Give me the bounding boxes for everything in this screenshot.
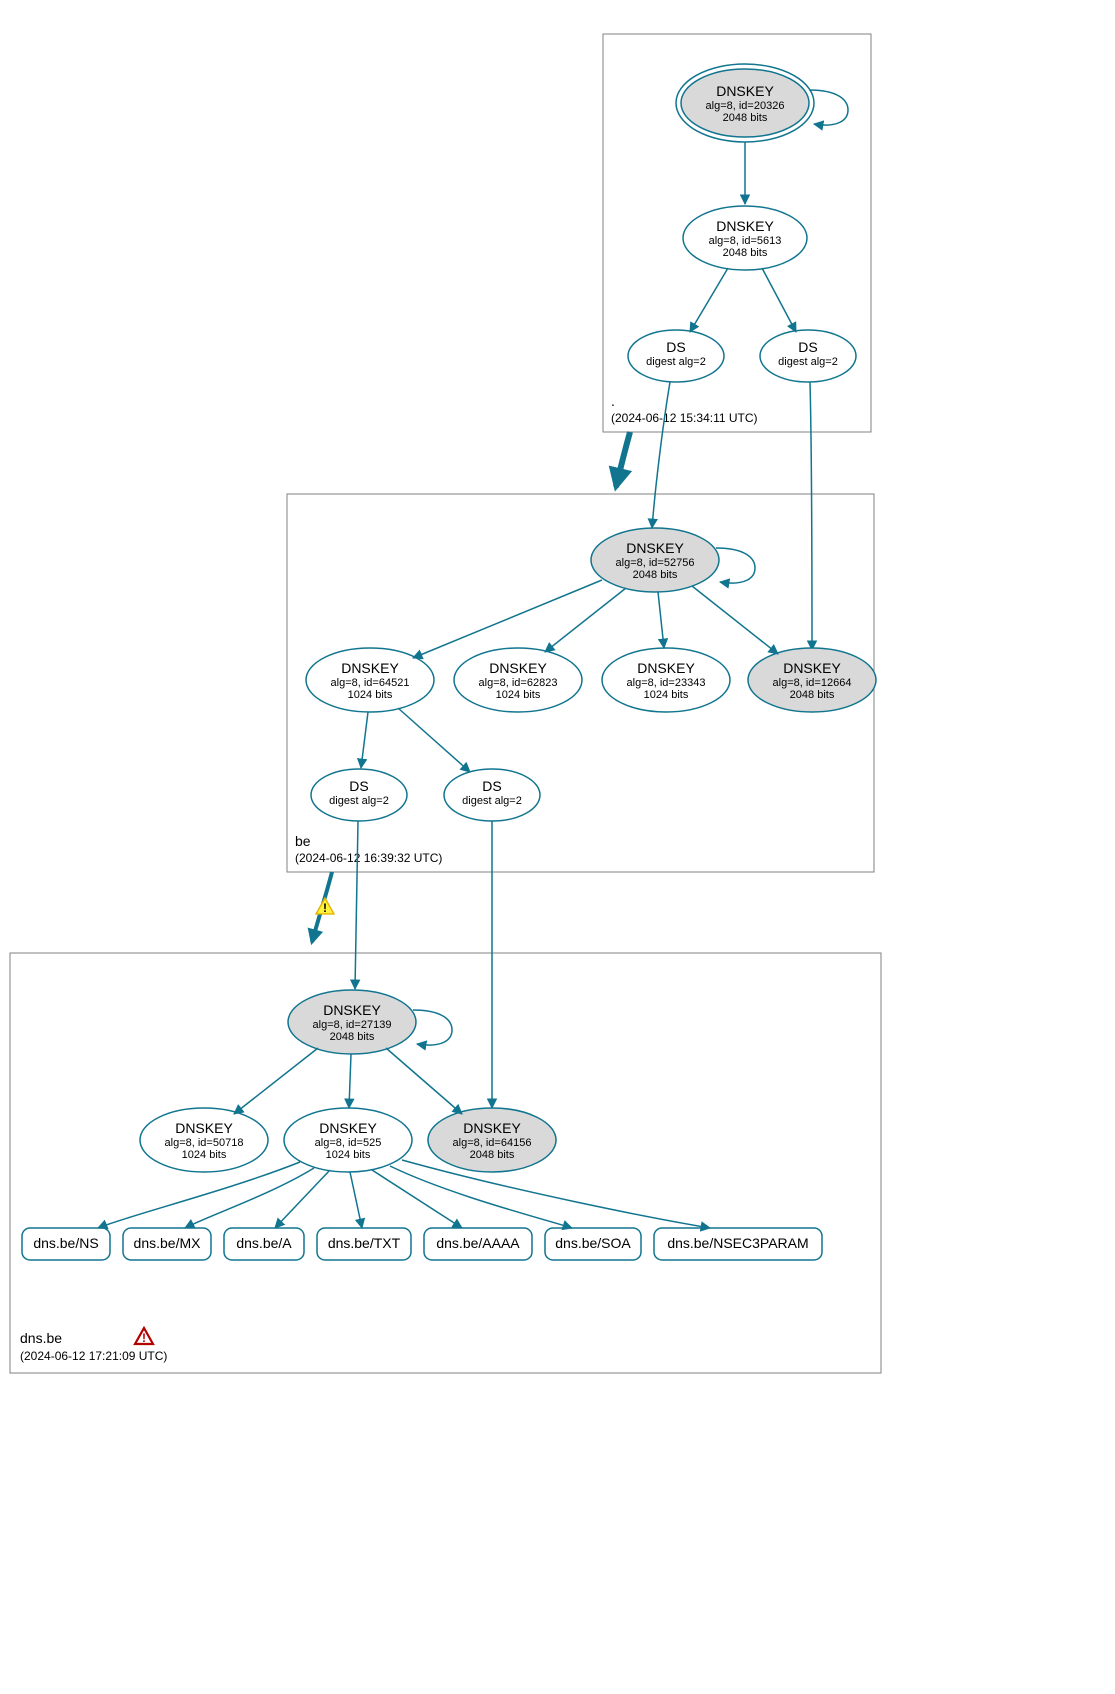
edge-delegation-root-be [616, 432, 630, 487]
svg-text:alg=8, id=62823: alg=8, id=62823 [479, 677, 558, 689]
svg-text:digest alg=2: digest alg=2 [646, 356, 706, 368]
svg-text:DS: DS [798, 339, 817, 355]
edge-rootzsk-ds2 [762, 268, 796, 332]
svg-text:alg=8, id=525: alg=8, id=525 [315, 1137, 382, 1149]
svg-text:dns.be/TXT: dns.be/TXT [328, 1235, 401, 1251]
edge-beksk-zsk1 [413, 580, 602, 658]
edge-dnsbeksk-key3 [386, 1048, 462, 1114]
edge-bezsk1-ds1 [361, 712, 368, 768]
edge-beds1-dnsbeksk [355, 821, 358, 989]
svg-text:digest alg=2: digest alg=2 [462, 795, 522, 807]
svg-text:DNSKEY: DNSKEY [626, 540, 684, 556]
edge-beksk-zsk2 [545, 588, 626, 652]
svg-text:alg=8, id=64156: alg=8, id=64156 [453, 1137, 532, 1149]
svg-text:dns.be/MX: dns.be/MX [134, 1235, 202, 1251]
node-dnsbe-ksk: DNSKEY alg=8, id=27139 2048 bits [288, 990, 416, 1054]
svg-text:!: ! [142, 1331, 146, 1345]
svg-text:dns.be/SOA: dns.be/SOA [555, 1235, 631, 1251]
svg-text:dns.be/A: dns.be/A [236, 1235, 292, 1251]
edge-dnsbeksk-selfloop [413, 1010, 452, 1045]
edge-rootds2-bekey4 [810, 382, 812, 650]
edge-zsk2-txt [350, 1172, 362, 1228]
svg-text:2048 bits: 2048 bits [723, 112, 768, 124]
node-be-ds2: DS digest alg=2 [444, 769, 540, 821]
node-be-zsk3: DNSKEY alg=8, id=23343 1024 bits [602, 648, 730, 712]
edge-dnsbeksk-zsk2 [349, 1054, 351, 1108]
svg-text:DNSKEY: DNSKEY [489, 660, 547, 676]
node-be-ksk: DNSKEY alg=8, id=52756 2048 bits [591, 528, 719, 592]
zone-be-label: be [295, 833, 311, 849]
edge-beksk-selfloop [716, 548, 755, 583]
node-be-ds1: DS digest alg=2 [311, 769, 407, 821]
edge-beksk-key4 [692, 586, 778, 654]
edge-rootds1-beksk [652, 382, 670, 528]
svg-text:1024 bits: 1024 bits [182, 1149, 227, 1161]
node-root-zsk: DNSKEY alg=8, id=5613 2048 bits [683, 206, 807, 270]
svg-text:DNSKEY: DNSKEY [341, 660, 399, 676]
svg-text:DNSKEY: DNSKEY [783, 660, 841, 676]
svg-text:2048 bits: 2048 bits [633, 569, 678, 581]
svg-text:alg=8, id=52756: alg=8, id=52756 [616, 557, 695, 569]
edge-bezsk1-ds2 [398, 708, 470, 772]
svg-text:alg=8, id=27139: alg=8, id=27139 [313, 1019, 392, 1031]
node-dnsbe-zsk1: DNSKEY alg=8, id=50718 1024 bits [140, 1108, 268, 1172]
node-root-ds2: DS digest alg=2 [760, 330, 856, 382]
svg-text:1024 bits: 1024 bits [348, 689, 393, 701]
svg-text:alg=8, id=12664: alg=8, id=12664 [773, 677, 852, 689]
zone-be-timestamp: (2024-06-12 16:39:32 UTC) [295, 851, 442, 865]
node-be-key4: DNSKEY alg=8, id=12664 2048 bits [748, 648, 876, 712]
svg-text:1024 bits: 1024 bits [496, 689, 541, 701]
svg-text:2048 bits: 2048 bits [723, 247, 768, 259]
svg-text:alg=8, id=50718: alg=8, id=50718 [165, 1137, 244, 1149]
svg-text:alg=8, id=5613: alg=8, id=5613 [709, 235, 782, 247]
svg-text:DS: DS [666, 339, 685, 355]
svg-text:1024 bits: 1024 bits [644, 689, 689, 701]
zone-dnsbe-timestamp: (2024-06-12 17:21:09 UTC) [20, 1349, 167, 1363]
edge-dnsbeksk-zsk1 [234, 1048, 318, 1114]
svg-text:dns.be/NS: dns.be/NS [33, 1235, 98, 1251]
svg-text:2048 bits: 2048 bits [470, 1149, 515, 1161]
svg-text:alg=8, id=20326: alg=8, id=20326 [706, 100, 785, 112]
svg-text:2048 bits: 2048 bits [330, 1031, 375, 1043]
svg-text:DNSKEY: DNSKEY [323, 1002, 381, 1018]
svg-text:DNSKEY: DNSKEY [463, 1120, 521, 1136]
dnssec-graph: . (2024-06-12 15:34:11 UTC) DNSKEY alg=8… [0, 0, 1115, 1694]
svg-text:DS: DS [482, 778, 501, 794]
edge-beksk-zsk3 [658, 592, 664, 648]
node-dnsbe-key3: DNSKEY alg=8, id=64156 2048 bits [428, 1108, 556, 1172]
edge-rootzsk-ds1 [690, 268, 728, 332]
rrset-row: dns.be/NS dns.be/MX dns.be/A dns.be/TXT … [22, 1228, 822, 1260]
zone-root-timestamp: (2024-06-12 15:34:11 UTC) [611, 411, 758, 425]
edge-zsk2-soa [390, 1166, 572, 1228]
node-root-ksk: DNSKEY alg=8, id=20326 2048 bits [676, 64, 814, 142]
svg-text:1024 bits: 1024 bits [326, 1149, 371, 1161]
svg-text:DS: DS [349, 778, 368, 794]
zone-dnsbe-box [10, 953, 881, 1373]
svg-text:alg=8, id=64521: alg=8, id=64521 [331, 677, 410, 689]
svg-text:DNSKEY: DNSKEY [637, 660, 695, 676]
svg-text:digest alg=2: digest alg=2 [329, 795, 389, 807]
error-icon: ! [135, 1328, 153, 1345]
svg-text:!: ! [323, 901, 327, 915]
zone-root-label: . [611, 393, 615, 409]
edge-zsk2-a [275, 1170, 330, 1228]
edge-zsk2-nsec3 [402, 1160, 710, 1228]
svg-text:DNSKEY: DNSKEY [319, 1120, 377, 1136]
svg-text:DNSKEY: DNSKEY [716, 83, 774, 99]
svg-text:dns.be/AAAA: dns.be/AAAA [436, 1235, 520, 1251]
edge-zsk2-mx [185, 1168, 314, 1228]
warning-icon: ! [316, 898, 334, 915]
zone-dnsbe-label: dns.be [20, 1330, 62, 1346]
svg-text:dns.be/NSEC3PARAM: dns.be/NSEC3PARAM [667, 1235, 808, 1251]
edge-root-ksk-selfloop [809, 90, 848, 125]
svg-text:DNSKEY: DNSKEY [716, 218, 774, 234]
node-dnsbe-zsk2: DNSKEY alg=8, id=525 1024 bits [284, 1108, 412, 1172]
node-be-zsk2: DNSKEY alg=8, id=62823 1024 bits [454, 648, 582, 712]
svg-text:2048 bits: 2048 bits [790, 689, 835, 701]
svg-text:alg=8, id=23343: alg=8, id=23343 [627, 677, 706, 689]
svg-text:digest alg=2: digest alg=2 [778, 356, 838, 368]
svg-text:DNSKEY: DNSKEY [175, 1120, 233, 1136]
node-root-ds1: DS digest alg=2 [628, 330, 724, 382]
